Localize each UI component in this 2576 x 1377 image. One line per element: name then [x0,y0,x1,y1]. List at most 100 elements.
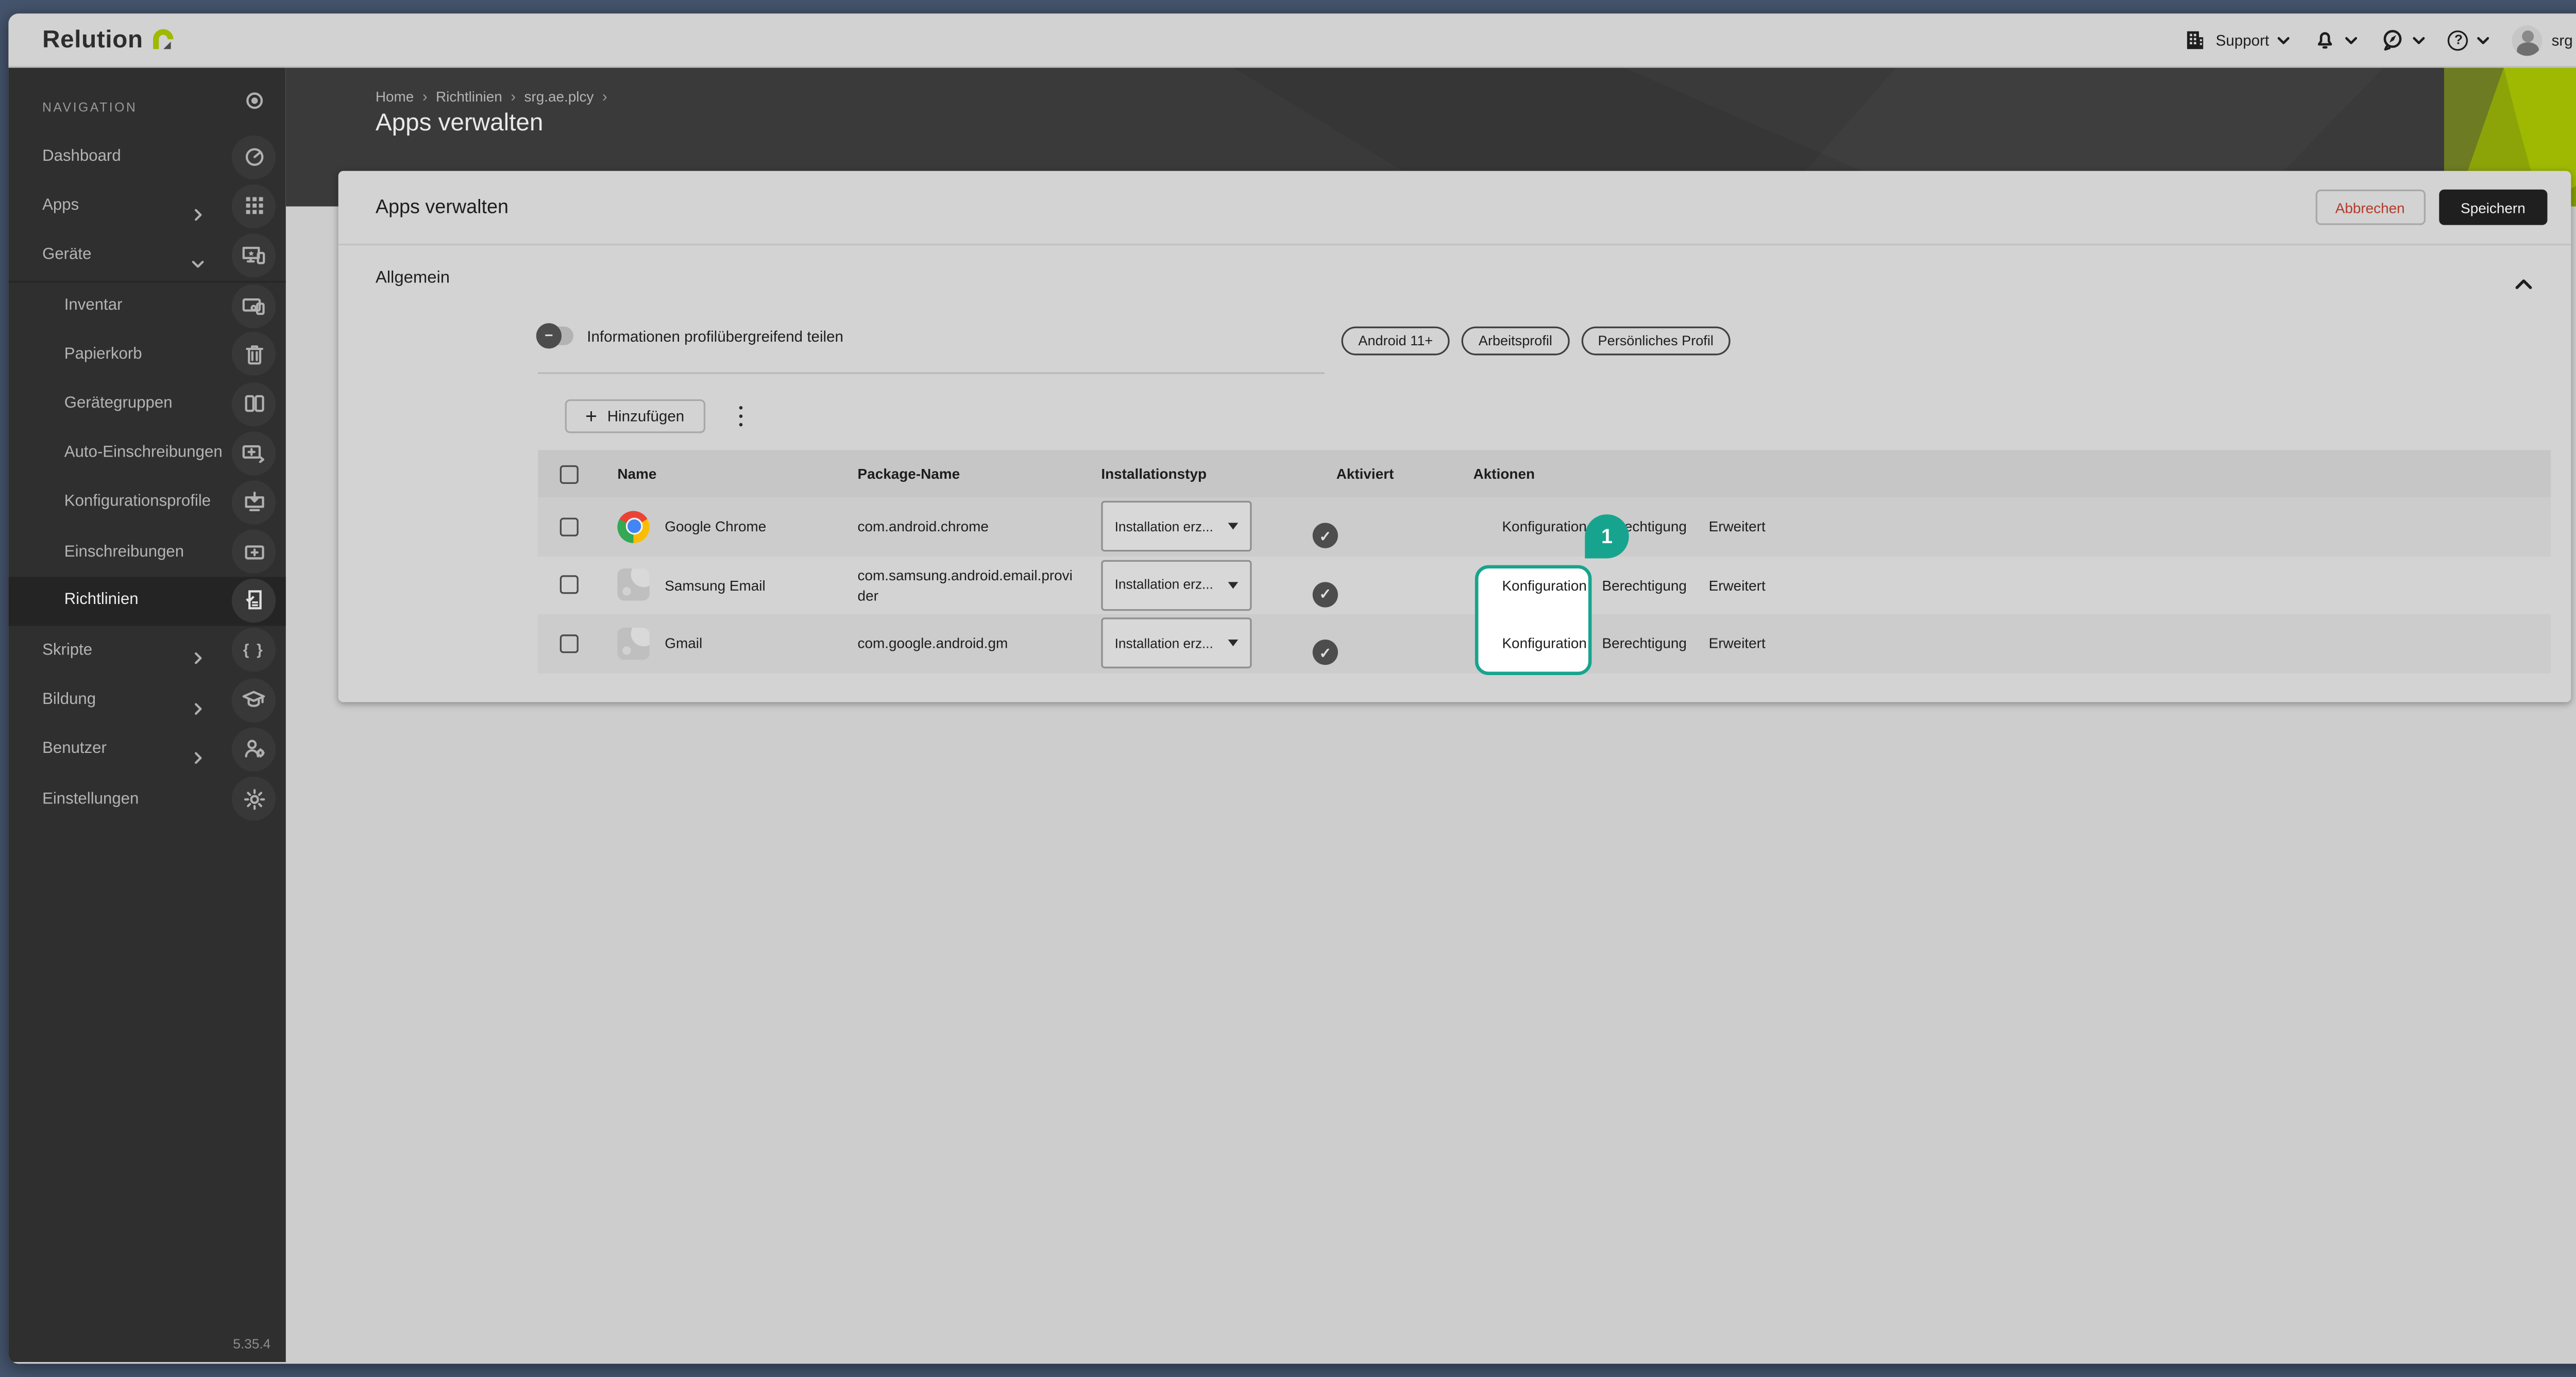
breadcrumb: Home › Richtlinien › srg.ae.plcy › [376,88,607,105]
install-type-select[interactable]: Installation erz... [1101,560,1251,610]
konfiguration-link[interactable]: Konfiguration [1502,518,1586,535]
row-checkbox[interactable] [560,634,579,653]
user-name: srg rltn [2552,31,2576,48]
sidebar-item-einstellungen[interactable]: Einstellungen [8,774,285,824]
share-info-row: Informationen profilübergreifend teilen … [338,327,2571,357]
column-aktionen: Aktionen [1473,465,2551,482]
berechtigung-link[interactable]: Berechtigung [1602,635,1686,652]
column-aktiviert: Aktiviert [1336,465,1473,482]
auto-enrollment-icon [232,431,276,475]
sidebar-item-einschreibungen[interactable]: Einschreibungen [8,527,285,577]
support-menu[interactable]: Support [2183,28,2291,52]
share-info-label: Informationen profilübergreifend teilen [587,327,843,344]
save-button[interactable]: Speichern [2438,190,2547,225]
platform-chips: Android 11+ Arbeitsprofil Persönliches P… [1342,327,1731,356]
user-menu[interactable]: srg rltn [2513,25,2576,55]
row-checkbox[interactable] [560,576,579,595]
add-app-label: Hinzufügen [607,408,685,425]
compass-bubble-icon [2381,28,2404,52]
relution-logo[interactable]: Relution [42,26,175,54]
section-title: Allgemein [376,269,450,288]
samsung-email-app-icon [617,569,649,601]
sidebar-item-dashboard[interactable]: Dashboard [8,132,285,181]
user-settings-icon [232,727,276,771]
sidebar-header: NAVIGATION [8,68,285,132]
navigation-label: NAVIGATION [42,99,137,114]
chevron-right-icon [191,644,205,657]
sidebar-item-inventar[interactable]: Inventar [8,280,285,330]
chevron-right-icon [191,743,205,756]
app-name: Google Chrome [665,518,766,535]
collapse-chevron-up-icon[interactable] [2514,270,2534,287]
sidebar-item-richtlinien[interactable]: Richtlinien [8,577,285,626]
sidebar-item-benutzer[interactable]: Benutzer [8,725,285,774]
breadcrumb-home[interactable]: Home [376,88,414,105]
konfiguration-link[interactable]: Konfiguration [1502,577,1586,594]
chevron-down-icon [2413,33,2426,46]
row-checkbox[interactable] [560,517,579,536]
sidebar-item-auto-einschreibungen[interactable]: Auto-Einschreibungen [8,428,285,478]
caret-down-icon [1228,582,1239,589]
berechtigung-link[interactable]: Berechtigung [1602,577,1686,594]
news-menu[interactable] [2381,28,2427,52]
organization-icon [2183,28,2207,52]
cancel-button[interactable]: Abbrechen [2315,190,2425,225]
section-header: Allgemein [376,269,2534,288]
apps-grid-icon [232,184,276,228]
divider [538,372,1325,374]
chip-android11: Android 11+ [1342,327,1450,356]
share-info-toggle[interactable] [538,327,573,345]
config-profiles-icon [232,480,276,524]
caret-down-icon [1228,641,1239,647]
install-type-select[interactable]: Installation erz... [1101,618,1251,669]
sidebar-item-geraete[interactable]: Geräte [8,231,285,280]
breadcrumb-richtlinien[interactable]: Richtlinien [436,88,502,105]
erweitert-link[interactable]: Erweitert [1709,577,1766,594]
table-header-row: Name Package-Name Installationstyp Aktiv… [538,450,2551,497]
konfiguration-link[interactable]: Konfiguration [1502,635,1586,652]
page-title: Apps verwalten [376,110,543,137]
record-icon[interactable] [232,78,276,122]
devices-star-icon [232,233,276,277]
sidebar-item-apps[interactable]: Apps [8,181,285,231]
sidebar-item-konfigurationsprofile[interactable]: Konfigurationsprofile [8,478,285,527]
card-actions: Abbrechen Speichern [2315,190,2547,225]
erweitert-link[interactable]: Erweitert [1709,518,1766,535]
sidebar-item-skripte[interactable]: Skripte [8,626,285,675]
bell-icon [2313,28,2337,52]
annotation-badge: 1 [1585,514,1629,558]
notifications-menu[interactable] [2313,28,2359,52]
add-app-button[interactable]: + Hinzufügen [565,399,705,433]
chevron-right-icon [191,199,205,213]
sidebar-item-geraetegruppen[interactable]: Gerätegruppen [8,379,285,428]
dashboard-icon [232,135,276,178]
sidebar: NAVIGATION Dashboard Apps [8,68,285,1362]
topbar: Relution [8,13,2576,68]
sidebar-item-papierkorb[interactable]: Papierkorb [8,329,285,379]
select-all-checkbox[interactable] [560,464,579,483]
device-groups-icon [232,381,276,425]
help-menu[interactable] [2448,29,2490,49]
chevron-down-icon [2278,33,2291,46]
plus-icon: + [585,405,597,425]
package-name: com.google.android.gm [858,633,1074,654]
column-name: Name [596,465,858,482]
column-package: Package-Name [858,465,1101,482]
scripts-icon [232,629,276,673]
install-type-select[interactable]: Installation erz... [1101,501,1251,552]
column-installationstyp: Installationstyp [1101,465,1336,482]
erweitert-link[interactable]: Erweitert [1709,635,1766,652]
main-content: Home › Richtlinien › srg.ae.plcy › Apps … [286,68,2576,1362]
package-name: com.samsung.android.email.provider [858,564,1074,606]
chevron-separator: › [511,88,516,105]
policies-icon [232,578,276,622]
more-options-kebab-icon[interactable] [735,402,747,430]
logo-text: Relution [42,26,143,54]
sidebar-item-bildung[interactable]: Bildung [8,675,285,725]
breadcrumb-policy[interactable]: srg.ae.plcy [524,88,594,105]
screen: Relution [0,0,2576,1377]
apps-verwalten-card: Apps verwalten Abbrechen Speichern Allge… [338,171,2571,702]
chevron-down-icon [2477,33,2490,46]
education-icon [232,678,276,721]
toolbar-row: + Hinzufügen [565,399,2571,433]
